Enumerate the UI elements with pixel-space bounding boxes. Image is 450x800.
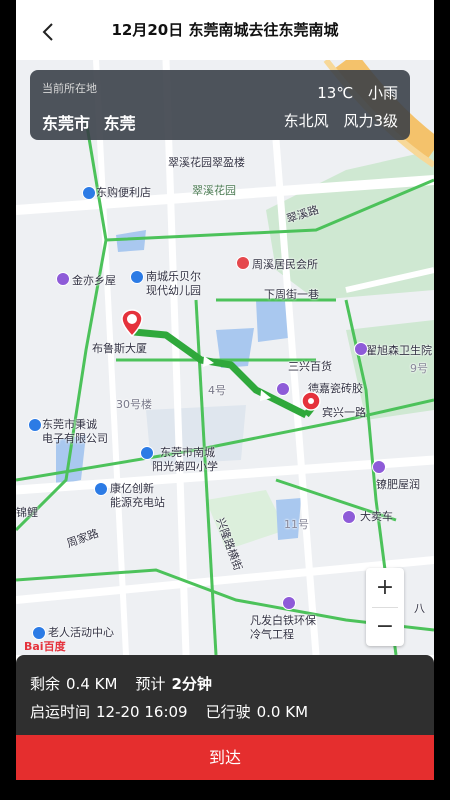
map-label: 金亦乡屋 (72, 274, 116, 287)
map-label: 锦鲤 (16, 506, 38, 519)
wind-direction: 东北风 (283, 112, 329, 130)
poi-marker[interactable] (130, 270, 144, 284)
top-bar: 12月20日 东莞南城去往东莞南城 (16, 0, 434, 60)
map-label: 翠溪花园翠盈楼 (168, 156, 245, 169)
poi-marker[interactable] (236, 256, 250, 270)
map-view[interactable]: 翠溪花园翠盈楼 翠溪花园 东购便利店 金亦乡屋 南城乐贝尔 现代幼儿园 周溪居民… (16, 60, 434, 655)
wind-level: 风力3级 (343, 112, 398, 130)
map-label: 冷气工程 (250, 628, 294, 641)
map-label: 大卖车 (360, 510, 393, 523)
zoom-in-button[interactable]: + (366, 568, 404, 607)
district-name: 东莞 (103, 114, 136, 133)
poi-marker[interactable] (282, 596, 296, 610)
map-label: 11号 (284, 518, 309, 531)
zoom-out-button[interactable]: − (366, 607, 404, 646)
poi-marker[interactable] (56, 272, 70, 286)
map-label: 30号楼 (116, 398, 152, 411)
wind-info: 东北风 风力3级 (284, 110, 398, 131)
map-label: 现代幼儿园 (146, 284, 201, 297)
app-screen: 12月20日 东莞南城去往东莞南城 翠溪花园翠盈楼 翠溪花园 东购便利店 金亦乡… (16, 0, 434, 800)
driven-label: 已行驶 (205, 703, 251, 721)
location-label: 当前所在地 (42, 82, 97, 95)
map-label: 4号 (208, 384, 226, 397)
driven-value: 0.0 KM (256, 703, 309, 721)
remaining-label: 剩余 (30, 675, 61, 693)
city-name: 东莞市 (42, 114, 91, 133)
poi-marker[interactable] (354, 342, 368, 356)
depart-label: 启运时间 (30, 703, 91, 721)
arrive-button[interactable]: 到达 (16, 735, 434, 780)
home-indicator-bar (16, 780, 434, 800)
weather-condition: 小雨 (367, 84, 398, 102)
poi-marker[interactable] (94, 482, 108, 496)
trip-row-depart: 启运时间 12-20 16:09 已行驶 0.0 KM (30, 701, 314, 722)
eta-value: 2分钟 (171, 675, 212, 693)
poi-marker[interactable] (342, 510, 356, 524)
map-label: 阳光第四小学 (152, 460, 218, 473)
trip-row-remaining: 剩余 0.4 KM 预计 2分钟 (30, 673, 218, 694)
map-label: 电子有限公司 (42, 432, 108, 445)
map-label: 布鲁斯大厦 (92, 342, 147, 355)
temperature-value: 13℃ (317, 84, 354, 102)
location-weather-card: 当前所在地 13℃ 小雨 东莞市 东莞 东北风 风力3级 (30, 70, 410, 140)
poi-marker[interactable] (372, 460, 386, 474)
map-label: 镣肥屋润 (376, 478, 420, 491)
map-label: 下周街一巷 (264, 288, 319, 301)
map-label: 宾兴一路 (322, 406, 366, 419)
map-label: 八 (414, 602, 425, 615)
map-label: 9号 (410, 362, 428, 375)
weather-temperature: 13℃ 小雨 (317, 82, 398, 103)
poi-marker[interactable] (28, 418, 42, 432)
poi-marker[interactable] (82, 186, 96, 200)
map-label: 周溪居民会所 (252, 258, 318, 271)
zoom-control: + − (366, 568, 404, 646)
remaining-value: 0.4 KM (66, 675, 118, 693)
map-label: 翠溪花园 (192, 184, 236, 197)
poi-marker[interactable] (276, 382, 290, 396)
start-marker-icon[interactable] (120, 308, 144, 338)
end-marker-icon[interactable] (300, 390, 322, 416)
page-title: 12月20日 东莞南城去往东莞南城 (111, 21, 339, 39)
baidu-logo: Bai百度 (24, 640, 66, 653)
current-city: 东莞市 东莞 (42, 110, 136, 134)
trip-info-panel: 剩余 0.4 KM 预计 2分钟 启运时间 12-20 16:09 已行驶 0.0 KM (16, 655, 434, 735)
map-label: 翟旭森卫生院 (366, 344, 432, 357)
eta-label: 预计 (135, 675, 166, 693)
poi-marker[interactable] (140, 446, 154, 460)
map-label: 三兴百货 (288, 360, 332, 373)
depart-value: 12-20 16:09 (96, 703, 188, 721)
map-label: 能源充电站 (110, 496, 165, 509)
map-label: 东购便利店 (96, 186, 151, 199)
zoom-divider (372, 607, 398, 608)
